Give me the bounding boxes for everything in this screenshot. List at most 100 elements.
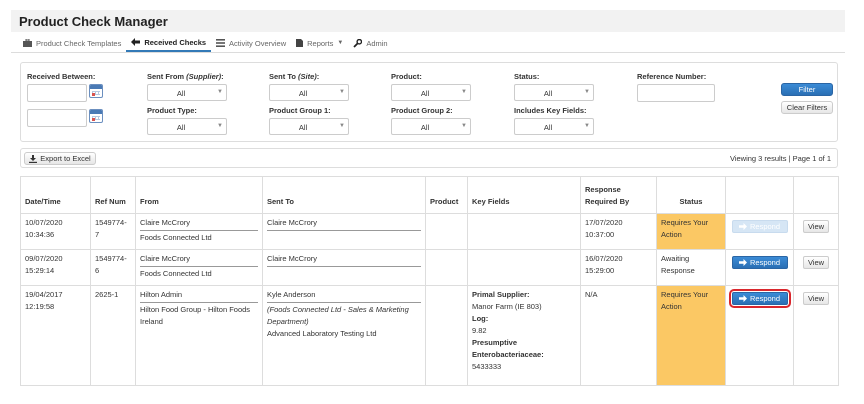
tab-label: Product Check Templates [36,38,122,48]
cell-from: Hilton Admin Hilton Food Group - Hilton … [135,285,263,386]
cell-view: View [793,213,839,250]
clear-filters-button[interactable]: Clear Filters [781,101,833,114]
tab-label: Activity Overview [229,38,287,48]
reference-number-input[interactable] [637,84,715,102]
title-bar: Product Check Manager [11,10,845,32]
tab-label: Reports [307,38,334,48]
cell-product [425,249,468,286]
product-type-label: Product Type: [147,106,197,115]
received-between-label: Received Between: [27,72,96,81]
header-ref-num[interactable]: Ref Num [90,176,136,214]
nav-divider [11,52,845,53]
cell-sent-to: Kyle Anderson (Foods Connected Ltd - Sal… [262,285,426,386]
chevron-down-icon: ▼ [584,123,590,129]
cell-response-required: 16/07/2020 15:29:00 [580,249,657,286]
view-button[interactable]: View [803,220,829,233]
header-key-fields[interactable]: Key Fields [467,176,581,214]
product-group-1-select[interactable]: All ▼ [269,118,349,135]
chevron-down-icon: ▼ [217,123,223,129]
sent-to-select[interactable]: All ▼ [269,84,349,101]
filter-panel: Received Between: Sent From (Supplier): … [20,62,838,142]
status-label: Status: [514,72,540,81]
cell-status: Requires Your Action [656,213,726,250]
cell-actions: Respond [725,285,794,386]
cell-from: Claire McCrory Foods Connected Ltd [135,249,263,286]
chevron-down-icon: ▼ [584,89,590,95]
export-label: Export to Excel [40,154,91,163]
filter-button[interactable]: Filter [781,83,833,96]
header-datetime[interactable]: Date/Time [20,176,91,214]
cell-status: Requires Your Action [656,285,726,386]
cell-from: Claire McCrory Foods Connected Ltd [135,213,263,250]
cell-datetime: 09/07/2020 15:29:14 [20,249,91,286]
sent-to-label: Sent To (Site): [269,72,320,81]
header-product[interactable]: Product [425,176,468,214]
product-type-select[interactable]: All ▼ [147,118,227,135]
header-response-required-by[interactable]: Response Required By [580,176,657,214]
cell-datetime: 10/07/2020 10:34:36 [20,213,91,250]
header-from[interactable]: From [135,176,263,214]
cell-status: Awaiting Response [656,249,726,286]
cell-ref-num: 1549774- 6 [90,249,136,286]
cell-sent-to: Claire McCrory [262,249,426,286]
cell-actions: Respond [725,249,794,286]
reference-number-label: Reference Number: [637,72,707,81]
chevron-down-icon: ▼ [339,123,345,129]
tab-received-checks[interactable]: Received Checks [126,34,212,52]
cell-view: View [793,285,839,386]
product-group-2-select[interactable]: All ▼ [391,118,471,135]
results-info: Viewing 3 results | Page 1 of 1 [729,154,831,163]
includes-key-fields-select[interactable]: All ▼ [514,118,594,135]
status-select[interactable]: All ▼ [514,84,594,101]
cell-response-required: 17/07/2020 10:37:00 [580,213,657,250]
chevron-down-icon: ▼ [217,89,223,95]
page-title: Product Check Manager [19,14,168,29]
calendar-icon[interactable] [89,109,103,123]
cell-key-fields: Primal Supplier: Manor Farm (IE 803) Log… [467,285,581,386]
tab-product-check-templates[interactable]: Product Check Templates [18,34,126,52]
chevron-down-icon: ▼ [461,123,467,129]
respond-button[interactable]: Respond [731,256,788,269]
wrench-icon [353,38,363,48]
tab-reports[interactable]: Reports ▼ [291,34,348,52]
cell-response-required: N/A [580,285,657,386]
header-actions [725,176,794,214]
export-excel-button[interactable]: Export to Excel [24,152,96,165]
caret-down-icon: ▼ [337,40,344,46]
received-from-date-input[interactable] [27,84,87,102]
calendar-icon[interactable] [89,84,103,98]
cell-sent-to: Claire McCrory [262,213,426,250]
arrow-right-icon [738,295,747,302]
briefcase-icon [23,39,32,47]
table-row: 09/07/2020 15:29:14 1549774- 6 Claire McCr… [20,249,839,286]
cell-product [425,213,468,250]
respond-button-highlighted[interactable]: Respond [728,289,791,308]
received-to-date-input[interactable] [27,109,87,127]
product-label: Product: [391,72,422,81]
tab-label: Received Checks [144,37,207,47]
chevron-down-icon: ▼ [461,89,467,95]
cell-ref-num: 1549774- 7 [90,213,136,250]
view-button[interactable]: View [803,292,829,305]
view-button[interactable]: View [803,256,829,269]
cell-datetime: 19/04/2017 12:19:58 [20,285,91,386]
nav-tabs: Product Check Templates Received Checks … [18,34,393,52]
includes-key-fields-label: Includes Key Fields: [514,106,587,115]
results-toolbar: Export to Excel Viewing 3 results | Page… [20,148,838,168]
product-select[interactable]: All ▼ [391,84,471,101]
header-sent-to[interactable]: Sent To [262,176,426,214]
download-icon [29,154,38,163]
cell-view: View [793,249,839,286]
cell-ref-num: 2625-1 [90,285,136,386]
cell-actions: Respond [725,213,794,250]
cell-key-fields [467,213,581,250]
header-view [793,176,839,214]
chevron-down-icon: ▼ [339,89,345,95]
header-status[interactable]: Status [656,176,726,214]
cell-product [425,285,468,386]
table-row: 10/07/2020 10:34:36 1549774- 7 Claire McCr… [20,213,839,250]
tab-activity-overview[interactable]: Activity Overview [211,34,291,52]
tab-admin[interactable]: Admin [348,34,392,52]
table-row: 19/04/2017 12:19:58 2625-1 Hilton Admin H… [20,285,839,386]
sent-from-select[interactable]: All ▼ [147,84,227,101]
